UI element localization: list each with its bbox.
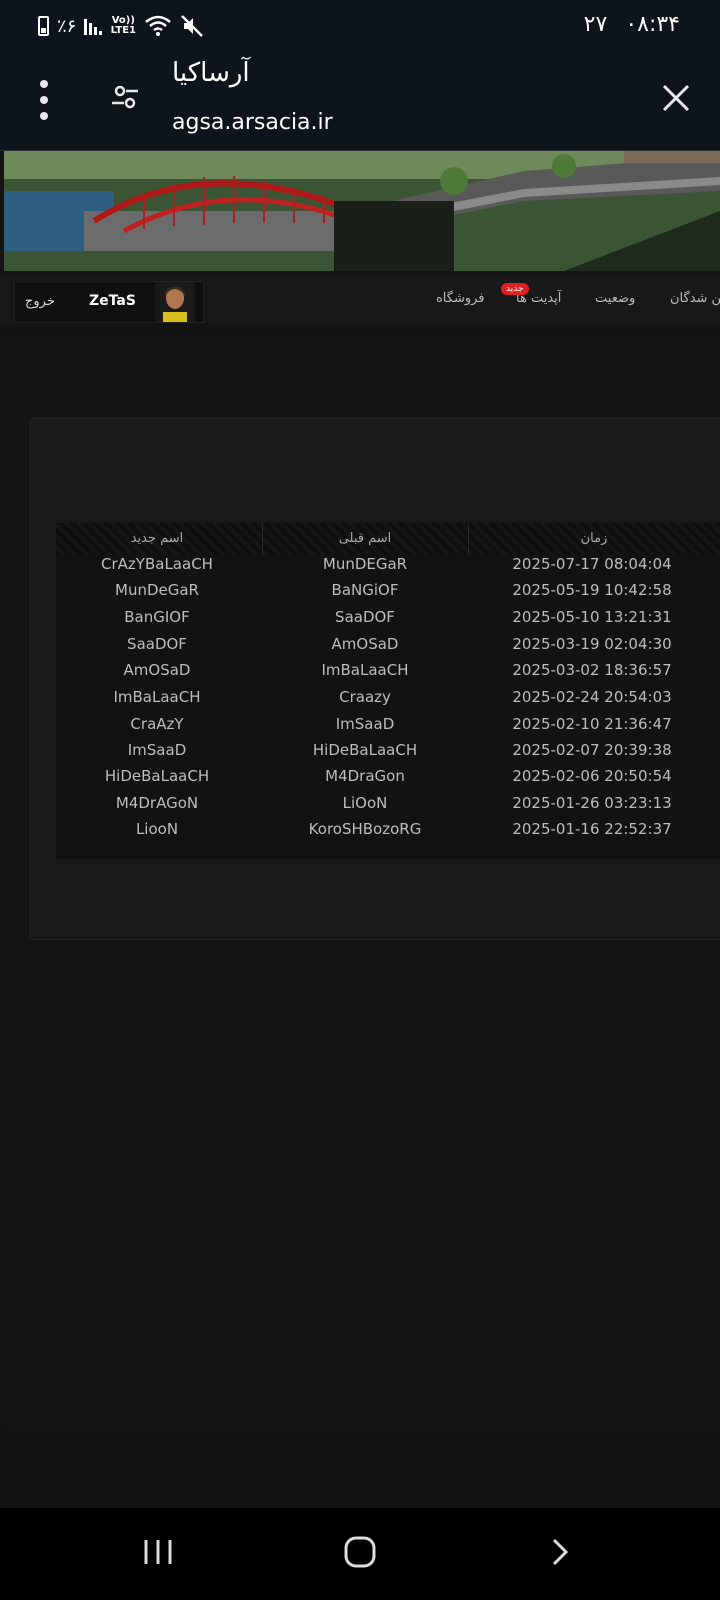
table-row: CraAzY ImSaaD 2025-02-10 21:36:47 bbox=[56, 715, 720, 742]
signal-icon bbox=[84, 17, 103, 35]
battery-percent: ٪۶ bbox=[57, 15, 77, 37]
cell-new-name: CrAzYBaLaaCH bbox=[101, 555, 213, 573]
table-row: ImSaaD HiDeBaLaaCH 2025-02-07 20:39:38 bbox=[56, 741, 720, 768]
table-row: HiDeBaLaaCH M4DraGon 2025-02-06 20:50:54 bbox=[56, 767, 720, 794]
cell-old-name: BaNGiOF bbox=[331, 581, 399, 599]
back-icon[interactable] bbox=[548, 1536, 572, 1568]
home-icon[interactable] bbox=[342, 1534, 378, 1570]
cell-old-name: SaaDOF bbox=[335, 608, 395, 626]
cell-time: 2025-03-02 18:36:57 bbox=[512, 661, 672, 679]
nav-banned[interactable]: ین شدگان bbox=[670, 291, 720, 306]
mute-icon bbox=[181, 15, 204, 37]
avatar[interactable] bbox=[155, 282, 195, 322]
cell-old-name: MunDEGaR bbox=[322, 555, 408, 573]
table-row: ImBaLaaCH Craazy 2025-02-24 20:54:03 bbox=[56, 688, 720, 715]
cell-time: 2025-02-07 20:39:38 bbox=[512, 741, 672, 759]
table-row: MunDeGaR BaNGiOF 2025-05-19 10:42:58 bbox=[56, 581, 720, 608]
table-row: BanGIOF SaaDOF 2025-05-10 13:21:31 bbox=[56, 608, 720, 635]
table-row: CrAzYBaLaaCH MunDEGaR 2025-07-17 08:04:04 bbox=[56, 555, 720, 582]
settings-sliders-icon[interactable] bbox=[110, 82, 140, 112]
cell-time: 2025-02-24 20:54:03 bbox=[512, 688, 672, 706]
status-time: ۰۸:۳۴ bbox=[625, 12, 680, 37]
cell-time: 2025-03-19 02:04:30 bbox=[512, 635, 672, 653]
recent-apps-icon[interactable] bbox=[140, 1536, 176, 1568]
cell-old-name: Craazy bbox=[339, 688, 391, 706]
table-body: CrAzYBaLaaCH MunDEGaR 2025-07-17 08:04:04 M… bbox=[56, 555, 720, 859]
cell-old-name: ImBaLaaCH bbox=[321, 661, 409, 679]
status-bar: ٪۶ Vo)) LTE1 ۲۷ ۰۸:۳۴ bbox=[0, 0, 720, 52]
cell-time: 2025-05-10 13:21:31 bbox=[512, 608, 672, 626]
table-row: AmOSaD ImBaLaaCH 2025-03-02 18:36:57 bbox=[56, 661, 720, 688]
network-label: Vo)) LTE1 bbox=[110, 15, 136, 36]
cell-time: 2025-01-16 22:52:37 bbox=[512, 820, 672, 838]
cell-new-name: SaaDOF bbox=[127, 635, 187, 653]
cell-old-name: HiDeBaLaaCH bbox=[312, 741, 418, 759]
page-title: آرساکیا bbox=[172, 58, 250, 88]
logout-link[interactable]: خروج bbox=[25, 294, 55, 309]
cell-old-name: KoroSHBozoRG bbox=[308, 820, 422, 838]
site-navigation: خروج ZeTaS فروشگاه آپدیت ها وضعیت ین شدگ… bbox=[0, 275, 720, 323]
nav-shop[interactable]: فروشگاه bbox=[436, 291, 485, 306]
cell-time: 2025-01-26 03:23:13 bbox=[512, 794, 672, 812]
more-options-icon[interactable] bbox=[38, 80, 50, 120]
cell-time: 2025-02-06 20:50:54 bbox=[512, 767, 672, 785]
table-row: M4DrAGoN LiOoN 2025-01-26 03:23:13 bbox=[56, 794, 720, 821]
cell-new-name: AmOSaD bbox=[123, 661, 191, 679]
cell-time: 2025-05-19 10:42:58 bbox=[512, 581, 672, 599]
status-date: ۲۷ bbox=[583, 12, 608, 37]
header-new-name: اسم جدید bbox=[130, 531, 184, 546]
cell-old-name: ImSaaD bbox=[335, 715, 395, 733]
table-header: اسم جدید اسم قبلی زمان bbox=[56, 523, 720, 555]
header-banner-image bbox=[4, 151, 720, 271]
cell-time: 2025-07-17 08:04:04 bbox=[512, 555, 672, 573]
cell-time: 2025-02-10 21:36:47 bbox=[512, 715, 672, 733]
cell-new-name: M4DrAGoN bbox=[115, 794, 199, 812]
table-row: SaaDOF AmOSaD 2025-03-19 02:04:30 bbox=[56, 635, 720, 662]
nav-status[interactable]: وضعیت bbox=[595, 291, 635, 306]
system-navigation-bar bbox=[0, 1508, 720, 1600]
cell-new-name: CraAzY bbox=[130, 715, 184, 733]
page-url[interactable]: agsa.arsacia.ir bbox=[172, 110, 333, 135]
header-old-name: اسم قبلی bbox=[338, 531, 392, 546]
bridge-illustration bbox=[4, 151, 720, 271]
cell-old-name: M4DraGon bbox=[325, 767, 405, 785]
wifi-icon bbox=[145, 15, 172, 36]
cell-new-name: HiDeBaLaaCH bbox=[104, 767, 210, 785]
cell-old-name: AmOSaD bbox=[331, 635, 399, 653]
cell-new-name: BanGIOF bbox=[124, 608, 190, 626]
new-badge: جدید bbox=[501, 283, 529, 295]
browser-app-bar: آرساکیا agsa.arsacia.ir bbox=[0, 52, 720, 151]
user-box: خروج ZeTaS bbox=[14, 281, 204, 323]
header-time: زمان bbox=[580, 531, 608, 546]
cell-new-name: LiooN bbox=[135, 820, 179, 838]
table-row: LiooN KoroSHBozoRG 2025-01-16 22:52:37 bbox=[56, 820, 720, 847]
cell-new-name: ImSaaD bbox=[127, 741, 187, 759]
username[interactable]: ZeTaS bbox=[89, 293, 136, 309]
cell-new-name: ImBaLaaCH bbox=[113, 688, 201, 706]
battery-icon bbox=[38, 16, 49, 36]
cell-new-name: MunDeGaR bbox=[115, 581, 199, 599]
cell-old-name: LiOoN bbox=[342, 794, 388, 812]
close-icon[interactable] bbox=[660, 82, 692, 114]
